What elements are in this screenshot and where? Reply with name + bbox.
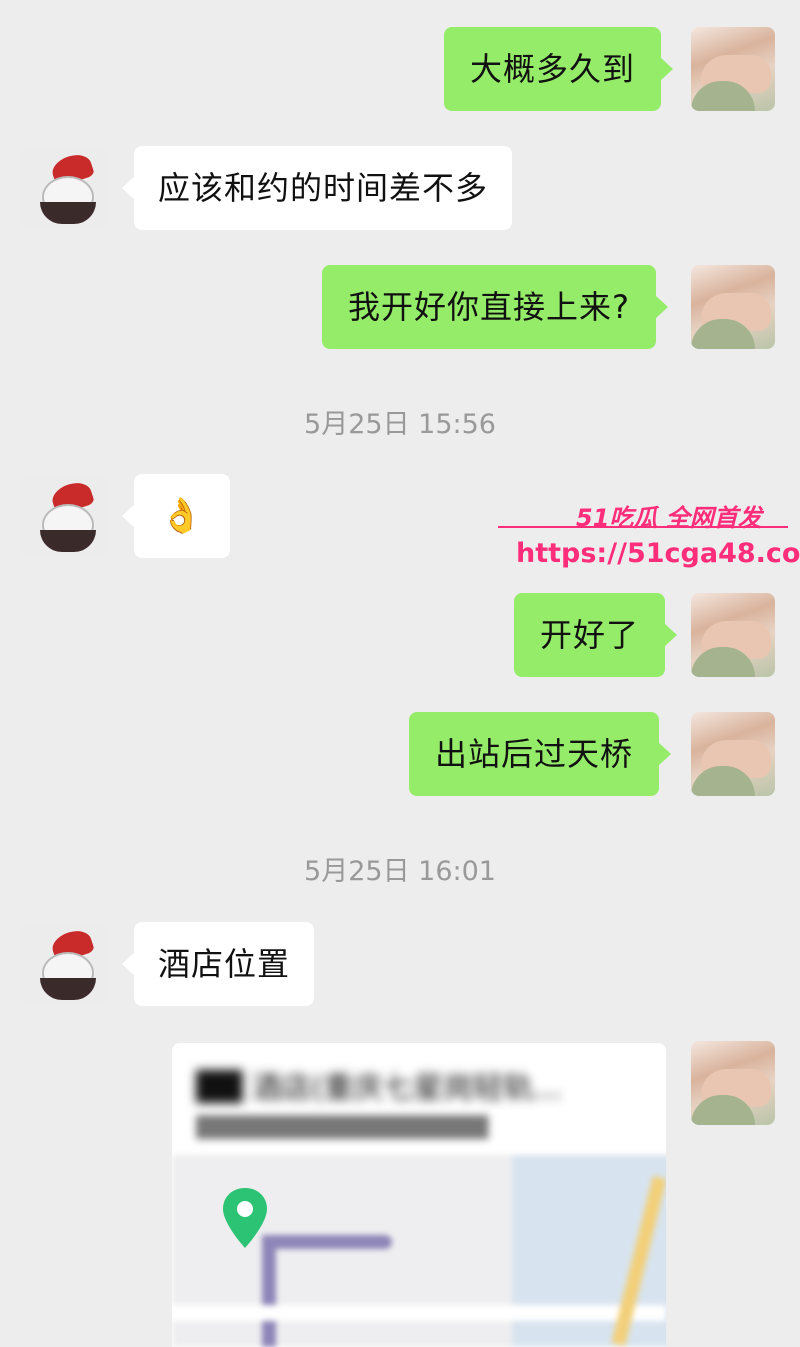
watermark: 51吃瓜 全网首发 https://51cga48.com (498, 498, 800, 580)
avatar-bowl (40, 978, 96, 1000)
self-avatar[interactable] (691, 27, 775, 111)
message-bubble-sent[interactable]: 我开好你直接上来? (322, 265, 668, 349)
message-text: 酒店位置 (158, 945, 291, 983)
message-text: 开好了 (540, 616, 640, 654)
message-bubble-sent[interactable]: 大概多久到 (444, 27, 674, 111)
timestamp: 5月25日 15:56 (304, 409, 496, 440)
message-text: 我开好你直接上来? (348, 288, 630, 326)
self-avatar[interactable] (691, 1041, 775, 1125)
location-title: ██ 酒店(重庆七星岗轻轨... (196, 1071, 562, 1103)
avatar-bowl (40, 202, 96, 224)
message-text: 出站后过天桥 (435, 735, 634, 773)
message-text: 应该和约的时间差不多 (158, 169, 489, 207)
contact-avatar[interactable] (22, 922, 106, 1006)
avatar-bowl (40, 530, 96, 552)
self-avatar[interactable] (691, 265, 775, 349)
map-road (262, 1235, 392, 1249)
message-bubble-sent[interactable]: 开好了 (514, 593, 678, 677)
timestamp: 5月25日 16:01 (304, 856, 496, 887)
message-bubble-received[interactable]: 👌 (122, 474, 230, 558)
message-bubble-received[interactable]: 应该和约的时间差不多 (121, 146, 513, 230)
watermark-divider (498, 526, 788, 528)
self-avatar[interactable] (691, 593, 775, 677)
self-avatar[interactable] (691, 712, 775, 796)
message-text: 大概多久到 (470, 50, 636, 88)
chat-thread[interactable]: 大概多久到 应该和约的时间差不多 我开好你直接上来? 5月25日 15:56 👌… (0, 0, 800, 1347)
location-address: ███████████████████ (196, 1115, 489, 1139)
map-road (172, 1305, 666, 1321)
watermark-url: https://51cga48.com (516, 538, 800, 569)
contact-avatar[interactable] (22, 146, 106, 230)
location-pin-icon (223, 1188, 267, 1248)
contact-avatar[interactable] (22, 474, 106, 558)
ok-hand-icon: 👌 (160, 496, 204, 536)
message-bubble-sent[interactable]: 出站后过天桥 (409, 712, 672, 796)
message-bubble-received[interactable]: 酒店位置 (121, 922, 315, 1006)
